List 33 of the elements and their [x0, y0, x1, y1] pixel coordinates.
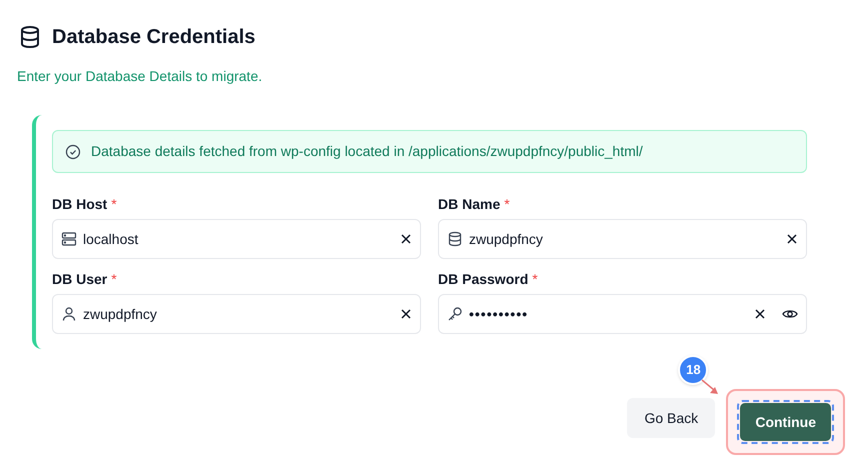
- required-mark: *: [111, 270, 117, 288]
- field-label: DB Host: [52, 194, 108, 214]
- required-mark: *: [504, 194, 510, 214]
- server-icon: [61, 231, 77, 247]
- field-value: zwupdpfncy: [469, 230, 544, 249]
- field-label: DB Password: [438, 270, 528, 288]
- page-title: Database Credentials: [52, 25, 256, 50]
- user-icon: [61, 306, 77, 322]
- field-value: localhost: [83, 230, 140, 248]
- continue-button[interactable]: Continue: [740, 403, 831, 441]
- clear-icon[interactable]: [400, 233, 412, 245]
- clear-icon[interactable]: [400, 308, 412, 320]
- field-value: zwupdpfncy: [83, 304, 158, 324]
- input-field[interactable]: ••••••••••: [438, 294, 807, 334]
- database-icon: [447, 231, 463, 247]
- field-label: DB User: [52, 270, 108, 288]
- required-mark: *: [532, 270, 538, 288]
- check-circle-icon: [65, 144, 81, 160]
- key-icon: [447, 306, 463, 322]
- field-value: ••••••••••: [469, 304, 530, 324]
- alert-message: Database details fetched from wp-config located in /applications/zwupdpfncy/public_html/: [91, 142, 643, 161]
- input-field[interactable]: zwupdpfncy: [438, 219, 807, 259]
- pointer-arrow: [700, 378, 720, 396]
- field-label: DB Name: [438, 194, 500, 214]
- required-mark: *: [111, 194, 117, 214]
- back-button[interactable]: Go Back: [627, 398, 716, 438]
- clear-icon[interactable]: [754, 308, 766, 320]
- input-field[interactable]: localhost: [52, 219, 421, 259]
- input-field[interactable]: zwupdpfncy: [52, 294, 421, 334]
- database-icon: [18, 25, 42, 49]
- clear-icon[interactable]: [786, 233, 798, 245]
- step-badge: 18: [678, 355, 708, 385]
- page-subtitle: Enter your Database Details to migrate.: [17, 67, 264, 86]
